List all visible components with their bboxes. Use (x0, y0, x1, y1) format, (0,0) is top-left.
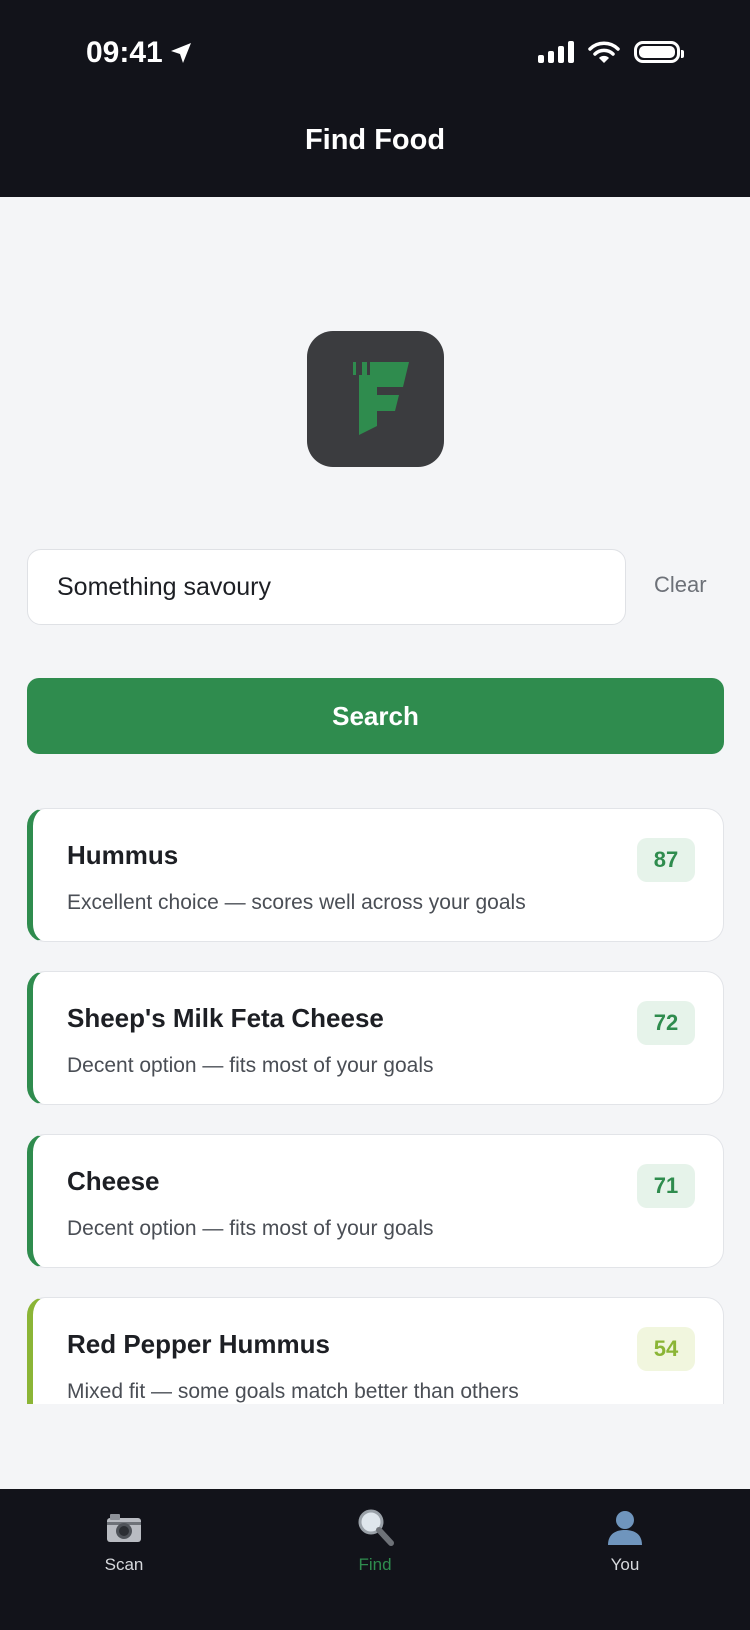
result-name: Cheese (67, 1166, 160, 1196)
result-card[interactable]: Hummus Excellent choice — scores well ac… (27, 808, 724, 942)
tab-label: You (610, 1555, 640, 1574)
score-badge: 72 (637, 1001, 695, 1045)
app-logo-icon (353, 362, 409, 435)
tab-label: Scan (104, 1555, 144, 1574)
result-name: Hummus (67, 840, 179, 870)
tab-find[interactable]: Find (315, 1507, 435, 1575)
tab-you[interactable]: You (565, 1507, 685, 1575)
result-card[interactable]: Sheep's Milk Feta Cheese Decent option —… (27, 971, 724, 1105)
person-icon (608, 1511, 642, 1545)
results-list[interactable]: Hummus Excellent choice — scores well ac… (27, 808, 724, 1404)
score-badge: 71 (637, 1164, 695, 1208)
status-time-text: 09:41 (86, 36, 163, 69)
app-logo (307, 331, 444, 467)
result-summary: Mixed fit — some goals match better than… (67, 1380, 519, 1403)
camera-icon (107, 1514, 141, 1542)
tab-label: Find (358, 1555, 392, 1574)
page-title: Find Food (304, 124, 446, 156)
score-badge: 87 (637, 838, 695, 882)
result-summary: Decent option — fits most of your goals (67, 1217, 434, 1240)
result-name: Sheep's Milk Feta Cheese (67, 1003, 384, 1033)
search-button[interactable]: Search (27, 678, 724, 754)
result-card[interactable]: Cheese Decent option — fits most of your… (27, 1134, 724, 1268)
tab-scan[interactable]: Scan (64, 1507, 184, 1575)
result-name: Red Pepper Hummus (67, 1329, 330, 1359)
status-icons (538, 40, 684, 64)
magnifier-icon (358, 1509, 394, 1546)
status-time: 09:41 (86, 36, 193, 70)
result-summary: Decent option — fits most of your goals (67, 1054, 434, 1077)
score-badge: 54 (637, 1327, 695, 1371)
location-arrow-icon (170, 43, 191, 63)
top-bar: 09:41 Find Food (0, 0, 750, 197)
tab-bar: Scan Find You (0, 1489, 750, 1630)
result-summary: Excellent choice — scores well across yo… (67, 891, 526, 914)
signal-icon (538, 41, 574, 63)
search-input[interactable]: Something savoury (27, 549, 626, 625)
wifi-icon (588, 41, 620, 63)
clear-button[interactable]: Clear (654, 572, 707, 598)
battery-icon (634, 41, 684, 63)
result-card[interactable]: Red Pepper Hummus Mixed fit — some goals… (27, 1297, 724, 1404)
